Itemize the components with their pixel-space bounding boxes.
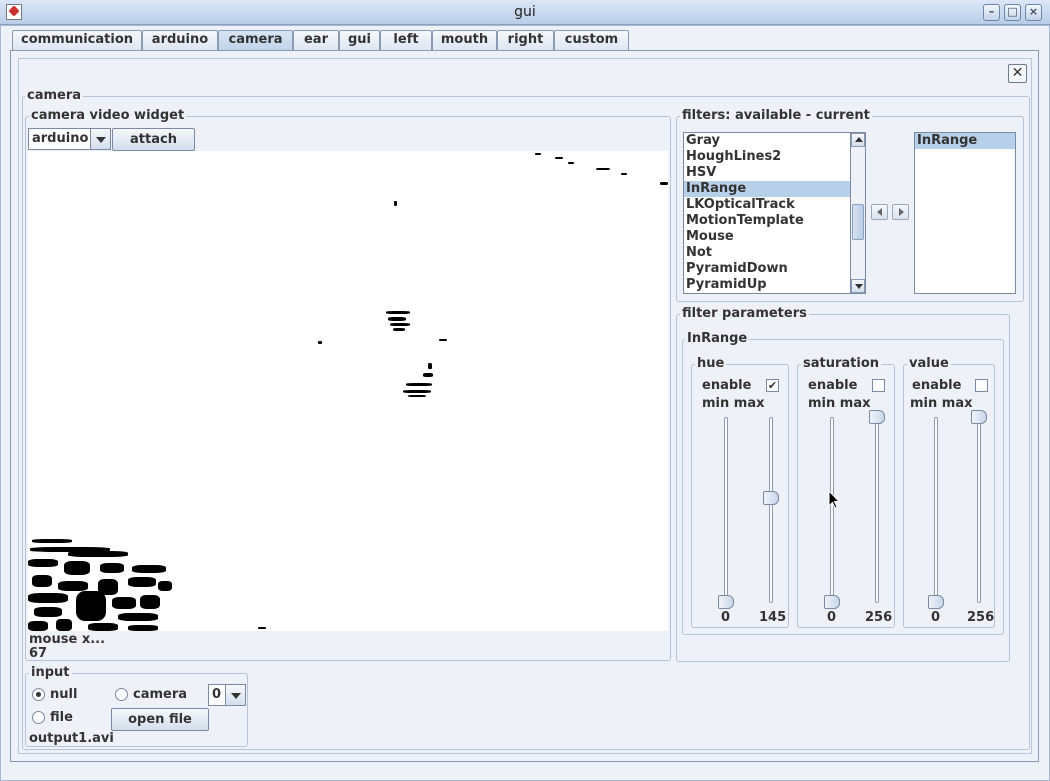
open-file-button[interactable]: open file [111,708,209,731]
current-filters-list[interactable]: InRange [914,132,1016,294]
list-item-selected[interactable]: InRange [684,181,865,197]
hue-min-slider[interactable] [724,417,728,603]
camera-group-title: camera [25,88,84,103]
value-max-thumb[interactable] [971,410,987,424]
list-item[interactable]: LKOpticalTrack [684,197,865,213]
scroll-down-button[interactable] [851,279,865,293]
video-source-value: arduino [32,131,89,146]
scroll-up-button[interactable] [851,133,865,147]
video-frame[interactable] [28,151,668,631]
chevron-down-icon [225,685,245,705]
saturation-max-value: 256 [865,610,893,625]
camera-index-value: 0 [212,687,222,702]
title-bar[interactable]: gui – □ × [0,0,1050,25]
hue-min-thumb[interactable] [718,595,734,609]
list-item[interactable]: PyramidUp [684,277,865,293]
tab-right[interactable]: right [497,30,554,50]
filter-parameters-title: filter parameters [680,306,809,321]
value-min-value: 0 [931,610,941,625]
arrow-left-icon [877,208,882,216]
tab-left[interactable]: left [380,30,432,50]
tab-mouth[interactable]: mouth [432,30,497,50]
list-item[interactable]: HSV [684,165,865,181]
hue-min-value: 0 [721,610,731,625]
saturation-min-value: 0 [827,610,837,625]
value-title: value [907,356,951,371]
value-minmax-label: min max [910,396,973,411]
list-item[interactable]: Gray [684,133,865,149]
value-max-value: 256 [967,610,995,625]
saturation-max-slider[interactable] [875,417,879,603]
arrow-right-icon [899,208,904,216]
saturation-enable-checkbox[interactable] [872,379,885,392]
hue-minmax-label: min max [702,396,765,411]
list-item[interactable]: Not [684,245,865,261]
list-item[interactable]: MotionTemplate [684,213,865,229]
hue-max-thumb[interactable] [763,491,779,505]
radio-null-label[interactable]: null [50,687,77,702]
value-min-thumb[interactable] [928,595,944,609]
mouse-label: mouse x... [29,632,106,647]
hue-enable-checkbox[interactable]: ✔ [766,379,779,392]
maximize-button[interactable]: □ [1004,4,1021,21]
hue-title: hue [695,356,727,371]
chevron-down-icon [855,284,863,289]
value-enable-label: enable [912,378,962,393]
list-item[interactable]: Mouse [684,229,865,245]
saturation-title: saturation [801,356,882,371]
value-enable-checkbox[interactable] [975,379,988,392]
add-filter-button[interactable] [892,204,909,220]
value-max-slider[interactable] [977,417,981,603]
tab-arduino[interactable]: arduino [142,30,218,50]
video-source-combo[interactable]: arduino [28,128,111,150]
video-widget-title: camera video widget [29,108,187,123]
filters-scrollbar[interactable] [850,133,865,293]
java-app-icon [6,4,22,20]
tab-ear[interactable]: ear [293,30,339,50]
chevron-down-icon [90,129,110,149]
saturation-minmax-label: min max [808,396,871,411]
value-min-slider[interactable] [934,417,938,603]
filters-title: filters: available - current [680,108,872,123]
attach-button[interactable]: attach [112,128,195,151]
saturation-max-thumb[interactable] [869,410,885,424]
radio-null[interactable] [32,688,45,701]
mouse-value: 67 [29,646,48,661]
close-panel-button[interactable]: ✕ [1008,64,1027,83]
saturation-min-thumb[interactable] [824,595,840,609]
radio-file-label[interactable]: file [50,710,73,725]
radio-camera[interactable] [115,688,128,701]
radio-file[interactable] [32,711,45,724]
tab-camera[interactable]: camera [218,30,293,51]
scroll-thumb[interactable] [852,204,864,240]
saturation-min-slider[interactable] [830,417,834,603]
tab-communication[interactable]: communication [12,30,142,50]
tab-custom[interactable]: custom [554,30,629,50]
tab-gui[interactable]: gui [339,30,380,50]
remove-filter-button[interactable] [871,204,888,220]
inrange-title: InRange [685,331,750,346]
list-item[interactable]: HoughLines2 [684,149,865,165]
radio-camera-label[interactable]: camera [133,687,187,702]
list-item[interactable]: PyramidDown [684,261,865,277]
camera-index-combo[interactable]: 0 [208,684,246,706]
list-item-selected[interactable]: InRange [915,133,1015,149]
hue-enable-label: enable [702,378,752,393]
hue-max-value: 145 [759,610,787,625]
hue-max-slider[interactable] [769,417,773,603]
close-window-button[interactable]: × [1025,4,1042,21]
window-title: gui [514,4,536,20]
input-title: input [29,665,72,680]
saturation-enable-label: enable [808,378,858,393]
filename-label: output1.avi [29,731,114,746]
chevron-up-icon [855,137,863,142]
mouse-cursor-icon [828,490,840,509]
minimize-button[interactable]: – [983,4,1000,21]
available-filters-list[interactable]: Gray HoughLines2 HSV InRange LKOpticalTr… [683,132,866,294]
